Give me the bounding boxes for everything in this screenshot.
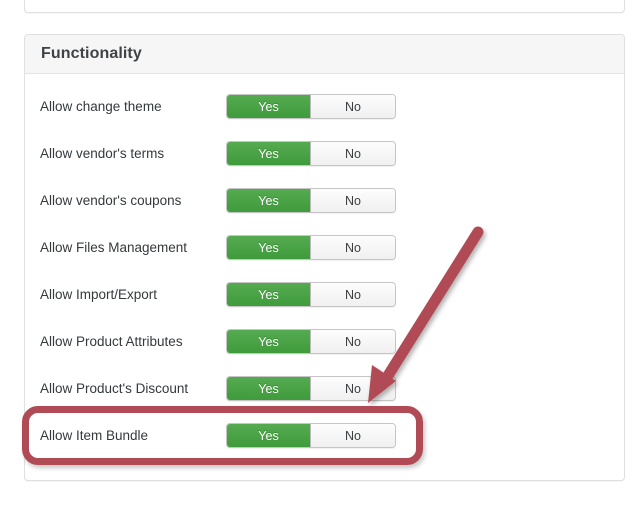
yes-no-toggle[interactable]: Yes No — [226, 94, 396, 119]
toggle-option-no[interactable]: No — [311, 424, 395, 447]
screenshot-stage: Functionality Allow change theme Yes No All… — [0, 0, 643, 505]
toggle-option-no[interactable]: No — [311, 330, 395, 353]
settings-row: Allow vendor's coupons Yes No — [25, 177, 624, 224]
toggle-option-no[interactable]: No — [311, 142, 395, 165]
toggle-option-yes[interactable]: Yes — [227, 142, 311, 165]
yes-no-toggle[interactable]: Yes No — [226, 376, 396, 401]
panel-header: Functionality — [25, 35, 624, 74]
toggle-option-yes[interactable]: Yes — [227, 236, 311, 259]
settings-row: Allow Import/Export Yes No — [25, 271, 624, 318]
toggle-option-no[interactable]: No — [311, 283, 395, 306]
settings-row-label: Allow Product's Discount — [40, 381, 189, 396]
toggle-option-yes[interactable]: Yes — [227, 283, 311, 306]
settings-row: Allow Product Attributes Yes No — [25, 318, 624, 365]
previous-panel-fragment — [24, 0, 625, 13]
toggle-option-no[interactable]: No — [311, 236, 395, 259]
yes-no-toggle[interactable]: Yes No — [226, 188, 396, 213]
yes-no-toggle[interactable]: Yes No — [226, 282, 396, 307]
yes-no-toggle[interactable]: Yes No — [226, 141, 396, 166]
settings-row-label: Allow change theme — [40, 99, 162, 114]
page-title: Functionality — [41, 45, 142, 62]
toggle-option-yes[interactable]: Yes — [227, 95, 311, 118]
toggle-option-yes[interactable]: Yes — [227, 330, 311, 353]
yes-no-toggle[interactable]: Yes No — [226, 235, 396, 260]
settings-row: Allow Product's Discount Yes No — [25, 365, 624, 412]
settings-row: Allow Files Management Yes No — [25, 224, 624, 271]
toggle-option-yes[interactable]: Yes — [227, 189, 311, 212]
settings-row-label: Allow Product Attributes — [40, 334, 183, 349]
toggle-option-yes[interactable]: Yes — [227, 424, 311, 447]
functionality-panel: Functionality Allow change theme Yes No All… — [24, 34, 625, 481]
settings-row-label: Allow Item Bundle — [40, 428, 149, 443]
yes-no-toggle[interactable]: Yes No — [226, 423, 396, 448]
settings-list: Allow change theme Yes No Allow vendor's te… — [25, 83, 624, 459]
settings-row-label: Allow vendor's terms — [40, 146, 165, 161]
settings-row-label: Allow Files Management — [40, 240, 188, 255]
toggle-option-no[interactable]: No — [311, 95, 395, 118]
toggle-option-no[interactable]: No — [311, 377, 395, 400]
settings-row: Allow vendor's terms Yes No — [25, 130, 624, 177]
yes-no-toggle[interactable]: Yes No — [226, 329, 396, 354]
settings-row-label: Allow Import/Export — [40, 287, 158, 302]
settings-row-label: Allow vendor's coupons — [40, 193, 182, 208]
settings-row: Allow Item Bundle Yes No — [25, 412, 624, 459]
toggle-option-yes[interactable]: Yes — [227, 377, 311, 400]
toggle-option-no[interactable]: No — [311, 189, 395, 212]
settings-row: Allow change theme Yes No — [25, 83, 624, 130]
